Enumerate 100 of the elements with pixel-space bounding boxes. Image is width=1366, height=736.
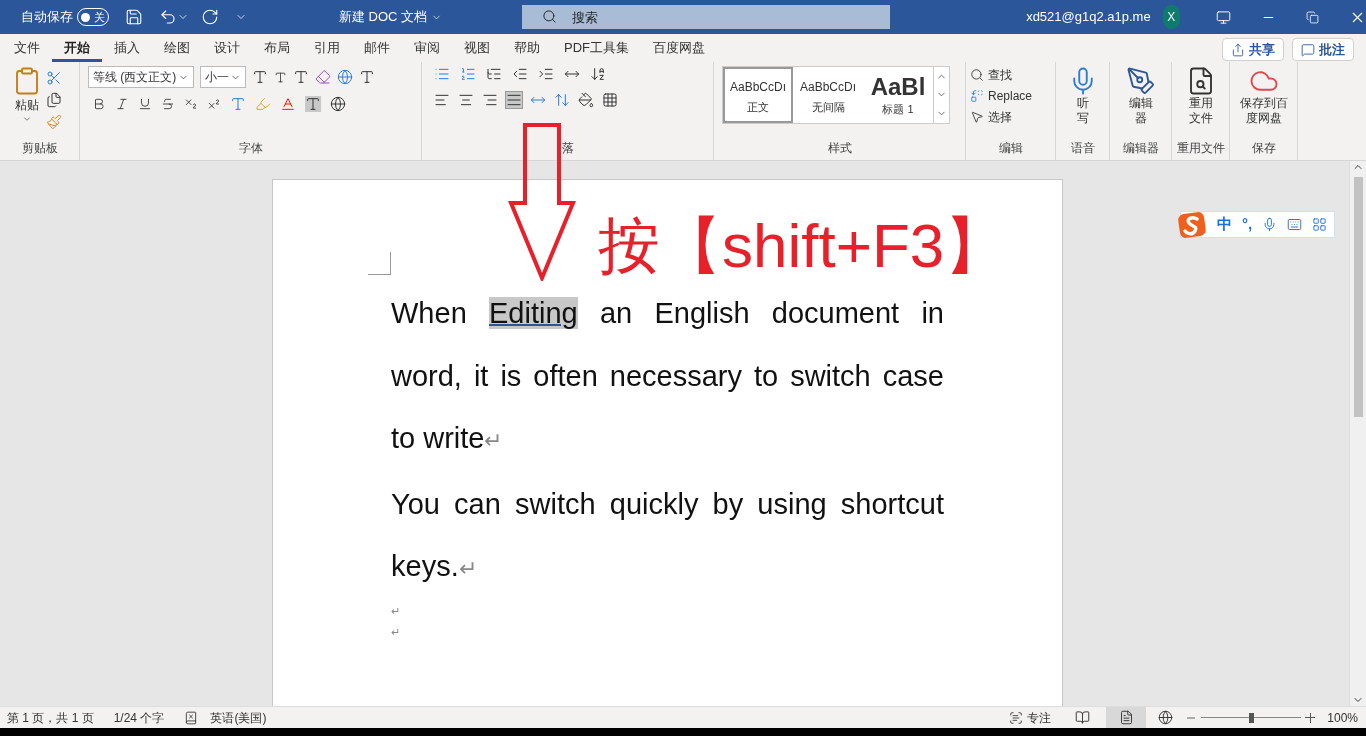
style-preview: AaBbCcDı <box>800 78 856 96</box>
font-color-icon[interactable] <box>280 96 296 112</box>
pointer-icon <box>970 110 984 124</box>
scrollbar-thumb[interactable] <box>1353 177 1363 417</box>
font-name-dropdown[interactable]: 等线 (西文正文) <box>88 66 194 88</box>
paragraph-mark: ↵ <box>391 624 400 640</box>
bold-icon[interactable] <box>92 97 106 111</box>
zoom-percentage[interactable]: 100% <box>1327 708 1358 727</box>
shading-icon[interactable] <box>578 92 594 108</box>
font-size-dropdown[interactable]: 小一 <box>200 66 246 88</box>
restore-icon[interactable] <box>1306 10 1319 24</box>
editing-command[interactable]: 选择 <box>970 108 1033 126</box>
editing-command[interactable]: Replace <box>970 87 1033 105</box>
superscript-icon[interactable] <box>207 97 221 111</box>
ribbon-tab[interactable]: 引用 <box>302 36 352 62</box>
multilevel-list-icon[interactable] <box>486 66 502 82</box>
ribbon-tab[interactable]: 视图 <box>452 36 502 62</box>
paragraph: You can switch quickly by using shortcut keys.↵ <box>391 486 944 584</box>
comments-button[interactable]: 批注 <box>1292 38 1354 61</box>
read-mode-icon[interactable] <box>1075 710 1091 725</box>
zoom-thumb[interactable] <box>1249 712 1255 723</box>
decrease-indent-icon[interactable] <box>512 66 528 82</box>
focus-button[interactable]: 专注 <box>1009 708 1052 727</box>
save-icon[interactable] <box>125 8 143 26</box>
ribbon-button[interactable]: 编辑器 <box>1114 66 1167 126</box>
paragraph-mark: ↵ <box>391 603 400 619</box>
annotation-text: 按【shift+F3】 <box>598 210 1007 282</box>
input-mode[interactable]: 中 <box>1217 213 1232 236</box>
style-item[interactable]: AaBl 标题 1 <box>863 67 933 123</box>
style-item[interactable]: AaBbCcDı 无间隔 <box>793 67 863 123</box>
italic-icon[interactable] <box>115 97 129 111</box>
autosave-label: 自动保存 <box>21 8 73 27</box>
style-preview: AaBbCcDı <box>730 78 786 96</box>
search-field[interactable]: 搜索 <box>522 5 891 29</box>
share-button[interactable]: 共享 <box>1222 38 1284 61</box>
vertical-scrollbar[interactable] <box>1349 161 1366 706</box>
ribbon-tab[interactable]: 插入 <box>102 36 152 62</box>
copy-icon[interactable] <box>46 92 62 108</box>
group-label: 剪贴板 <box>21 140 58 157</box>
numbering-icon[interactable] <box>460 66 476 82</box>
web-layout-icon[interactable] <box>1158 710 1174 725</box>
page-count[interactable]: 第 1 页，共 1 页 <box>7 708 94 727</box>
subscript-icon[interactable] <box>184 97 198 111</box>
group-label: 样式 <box>827 140 852 157</box>
ribbon-tab[interactable]: 布局 <box>252 36 302 62</box>
strikethrough-icon[interactable] <box>161 97 175 111</box>
ribbon-tab[interactable]: 绘图 <box>152 36 202 62</box>
paragraph: When Editing an English document in word, it is often necessary to switch case to write↵ <box>391 296 944 456</box>
search-icon <box>970 68 984 82</box>
ribbon-tab[interactable]: 帮助 <box>502 36 552 62</box>
document-title[interactable]: 新建 DOC 文档 <box>339 7 428 27</box>
increase-indent-icon[interactable] <box>538 66 554 82</box>
align-center-icon[interactable] <box>458 92 474 108</box>
clear-format-icon[interactable] <box>315 69 331 85</box>
editing-command[interactable]: 查找 <box>970 66 1033 84</box>
ribbon-display-icon[interactable] <box>1216 9 1231 25</box>
sort-icon[interactable] <box>590 66 606 82</box>
keyboard-icon[interactable] <box>1287 217 1303 232</box>
ribbon-button[interactable]: 保存到百度网盘 <box>1234 66 1293 126</box>
underline-icon[interactable] <box>138 97 152 111</box>
toolbox-icon[interactable] <box>1312 217 1328 232</box>
align-left-icon[interactable] <box>434 92 450 108</box>
group-label: 保存 <box>1251 140 1276 157</box>
ribbon-tab[interactable]: PDF工具集 <box>552 36 641 62</box>
bullets-icon[interactable] <box>434 66 450 82</box>
comment-icon <box>1301 42 1315 57</box>
style-name: 标题 1 <box>882 101 914 117</box>
redo-icon[interactable] <box>201 8 219 26</box>
print-layout-icon[interactable] <box>1118 710 1134 725</box>
ribbon-tab[interactable]: 邮件 <box>352 36 402 62</box>
borders-icon[interactable] <box>602 92 618 108</box>
microphone-icon[interactable] <box>1262 217 1278 232</box>
group-label: 落 <box>561 140 574 157</box>
ribbon-tab[interactable]: 审阅 <box>402 36 452 62</box>
style-item[interactable]: AaBbCcDı 正文 <box>723 67 793 123</box>
input-method-logo[interactable] <box>1177 210 1207 239</box>
search-icon <box>542 9 558 24</box>
align-right-icon[interactable] <box>482 92 498 108</box>
group-label: 字体 <box>238 140 263 157</box>
ribbon-button[interactable]: 听写 <box>1060 66 1105 126</box>
ribbon-tab[interactable]: 百度网盘 <box>641 36 717 62</box>
punctuation-mode[interactable]: °, <box>1242 213 1253 236</box>
ribbon-tab[interactable]: 文件 <box>2 36 52 62</box>
pen-icon <box>1125 66 1156 96</box>
language-indicator[interactable]: 英语(美国) <box>210 708 267 727</box>
undo-icon[interactable] <box>159 8 177 26</box>
cut-icon[interactable] <box>46 70 62 86</box>
style-name: 正文 <box>747 99 769 115</box>
ribbon-button[interactable]: 重用文件 <box>1176 66 1225 126</box>
zoom-plus-icon[interactable] <box>1305 712 1316 723</box>
proofing-icon[interactable] <box>184 710 199 725</box>
line-spacing-icon[interactable] <box>554 92 570 108</box>
zoom-slider[interactable] <box>1201 712 1302 723</box>
word-count[interactable]: 1/24 个字 <box>113 708 165 727</box>
justify-icon[interactable] <box>506 92 522 108</box>
ribbon-tab[interactable]: 设计 <box>202 36 252 62</box>
character-shading-icon[interactable] <box>305 96 321 112</box>
text-effects-icon[interactable] <box>230 96 246 112</box>
user-avatar[interactable]: X <box>1162 5 1180 29</box>
paste-button[interactable]: 粘贴 <box>12 66 42 130</box>
